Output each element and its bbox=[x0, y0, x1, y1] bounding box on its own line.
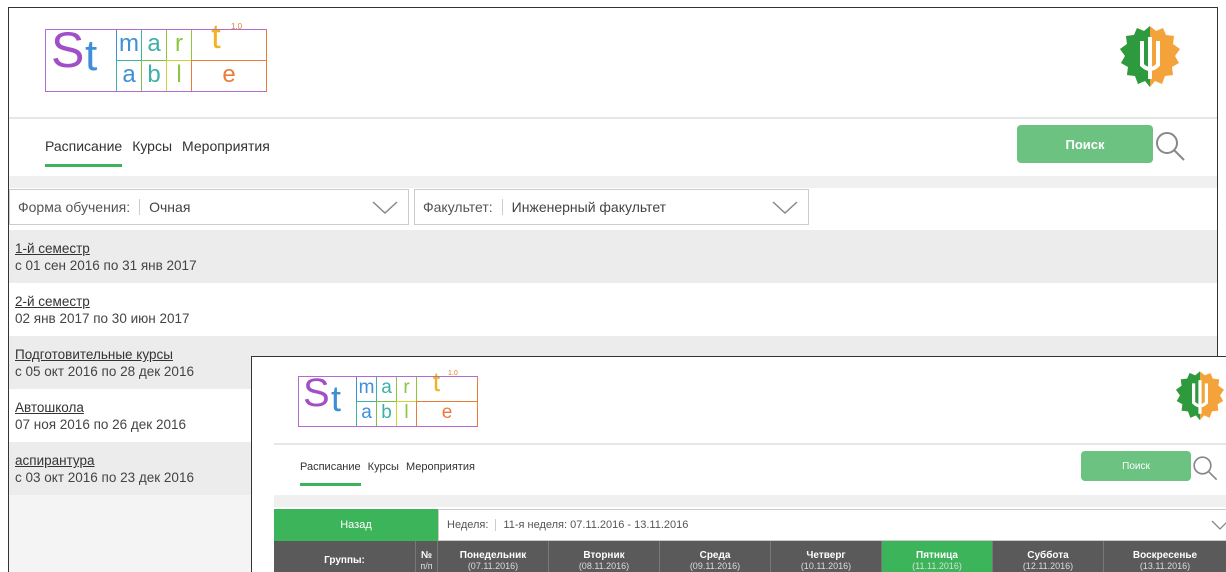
logo-cell-r: r bbox=[396, 376, 417, 402]
semester-dates: 02 янв 2017 по 30 июн 2017 bbox=[15, 311, 190, 326]
table-header-groups: Группы: bbox=[274, 541, 416, 572]
logo-cell-b: b bbox=[376, 401, 397, 427]
semester-dates: с 01 сен 2016 по 31 янв 2017 bbox=[15, 258, 197, 273]
logo-letter-t: t bbox=[85, 31, 98, 80]
smart-table-logo[interactable]: S t m a r t 1.0 a b l e bbox=[298, 365, 488, 435]
study-form-label: Форма обучения: bbox=[18, 199, 131, 215]
logo-cell-l: l bbox=[166, 60, 192, 92]
university-emblem-icon bbox=[1176, 371, 1224, 421]
chevron-down-icon bbox=[1211, 520, 1226, 530]
logo-cell-a2: a bbox=[356, 401, 377, 427]
smart-table-logo[interactable]: S t m a r t 1.0 a b l e bbox=[45, 16, 275, 102]
chevron-down-icon bbox=[772, 201, 798, 215]
logo-cell-a2: a bbox=[116, 60, 142, 92]
list-item: 2-й семестр 02 янв 2017 по 30 июн 2017 bbox=[9, 283, 1217, 336]
nav-item-schedule[interactable]: Расписание bbox=[45, 138, 123, 167]
table-header-number: № п/п bbox=[416, 541, 438, 572]
logo-superscript: 1.0 bbox=[231, 22, 243, 31]
nav-divider bbox=[9, 176, 1217, 188]
logo-cell-t: t bbox=[211, 18, 221, 56]
logo-cell-a: a bbox=[141, 29, 167, 61]
nav-item-events[interactable]: Мероприятия bbox=[406, 461, 475, 473]
search-icon[interactable] bbox=[1190, 453, 1220, 483]
study-form-value: Очная bbox=[149, 199, 191, 215]
search-button[interactable]: Поиск bbox=[1017, 125, 1153, 163]
faculty-value: Инженерный факультет bbox=[511, 199, 667, 215]
logo-cell-m: m bbox=[356, 376, 377, 402]
search-button[interactable]: Поиск bbox=[1081, 451, 1191, 481]
faculty-label: Факультет: bbox=[423, 199, 493, 215]
logo-superscript: 1.0 bbox=[448, 370, 458, 377]
table-header-tuesday[interactable]: Вторник (08.11.2016) bbox=[549, 541, 660, 572]
nav-item-courses[interactable]: Курсы bbox=[132, 138, 172, 154]
logo-cell-r: r bbox=[166, 29, 192, 61]
search-icon[interactable] bbox=[1152, 128, 1188, 164]
logo-cell-e: e bbox=[416, 401, 478, 427]
back-button[interactable]: Назад bbox=[274, 509, 438, 541]
table-header-thursday[interactable]: Четверг (10.11.2016) bbox=[771, 541, 882, 572]
schedule-window-front: S t m a r t 1.0 a b l e Расписание Курсы… bbox=[251, 356, 1226, 572]
nav-item-schedule[interactable]: Расписание bbox=[300, 461, 361, 486]
logo-cell-e: e bbox=[191, 60, 267, 92]
table-header-monday[interactable]: Понедельник (07.11.2016) bbox=[438, 541, 549, 572]
week-select[interactable]: Неделя: 11-я неделя: 07.11.2016 - 13.11.… bbox=[438, 509, 1226, 541]
table-header-saturday[interactable]: Суббота (12.11.2016) bbox=[993, 541, 1104, 572]
nav-item-courses[interactable]: Курсы bbox=[368, 461, 399, 473]
schedule-table-header: Группы: № п/п Понедельник (07.11.2016) Вто… bbox=[274, 541, 1226, 572]
filter-separator bbox=[139, 199, 141, 215]
nav-item-events[interactable]: Мероприятия bbox=[182, 138, 270, 154]
logo-letter-t: t bbox=[331, 378, 342, 419]
filter-separator bbox=[501, 199, 503, 215]
main-nav: Расписание Курсы Мероприятия bbox=[45, 138, 270, 167]
faculty-select[interactable]: Факультет: Инженерный факультет bbox=[414, 189, 809, 225]
nav-divider bbox=[274, 495, 1226, 507]
semester-link[interactable]: 1-й семестр bbox=[15, 240, 1217, 257]
logo-letter-S: S bbox=[303, 371, 330, 415]
table-header-friday[interactable]: Пятница (11.11.2016) bbox=[882, 541, 993, 572]
logo-cell-l: l bbox=[396, 401, 417, 427]
list-item: 1-й семестр с 01 сен 2016 по 31 янв 2017 bbox=[9, 230, 1217, 283]
logo-cell-a: a bbox=[376, 376, 397, 402]
logo-letter-S: S bbox=[51, 22, 85, 78]
university-emblem-icon bbox=[1120, 26, 1180, 87]
logo-cell-m: m bbox=[116, 29, 142, 61]
study-form-select[interactable]: Форма обучения: Очная bbox=[9, 189, 409, 225]
chevron-down-icon bbox=[372, 201, 398, 215]
header-divider bbox=[274, 443, 1226, 445]
main-nav: Расписание Курсы Мероприятия bbox=[300, 461, 475, 486]
table-header-sunday[interactable]: Воскресенье (13.11.2016) bbox=[1104, 541, 1226, 572]
semester-link[interactable]: 2-й семестр bbox=[15, 293, 1217, 310]
table-header-wednesday[interactable]: Среда (09.11.2016) bbox=[660, 541, 771, 572]
header-divider bbox=[9, 117, 1217, 119]
logo-cell-t: t bbox=[432, 367, 441, 397]
logo-cell-b: b bbox=[141, 60, 167, 92]
week-label: Неделя: bbox=[447, 519, 489, 531]
filter-separator bbox=[495, 519, 497, 531]
week-value: 11-я неделя: 07.11.2016 - 13.11.2016 bbox=[503, 519, 689, 531]
